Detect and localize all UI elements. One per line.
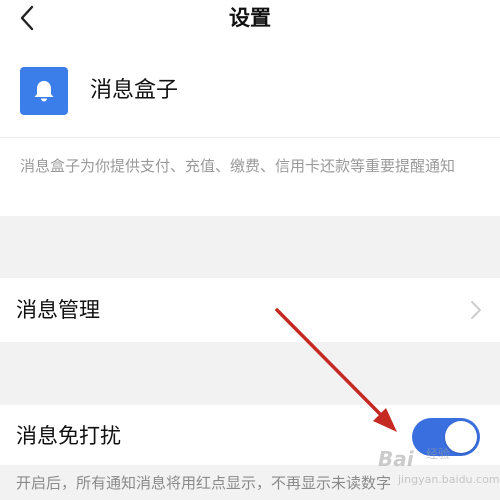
watermark-brand: Bai [378,447,414,471]
watermark-url: jingyan.baidu.com [398,473,500,486]
top-bar: 设置 [0,0,500,38]
bell-icon [34,81,54,102]
page-title: 设置 [229,6,271,30]
app-icon [20,67,68,115]
app-name: 消息盒子 [90,78,179,103]
do-not-disturb-label: 消息免打扰 [16,424,121,448]
chevron-right-icon [471,301,481,319]
app-description: 消息盒子为你提供支付、充值、缴费、信用卡还款等重要提醒通知 [20,157,456,175]
message-management-label: 消息管理 [16,298,100,322]
watermark-sub: 经验 [426,447,451,461]
divider [0,137,500,138]
app-info-card: 消息盒子 消息盒子为你提供支付、充值、缴费、信用卡还款等重要提醒通知 [0,38,500,216]
message-management-row[interactable]: 消息管理 [0,278,500,342]
baidu-watermark: Bai 经验 jingyan.baidu.com [378,443,500,497]
